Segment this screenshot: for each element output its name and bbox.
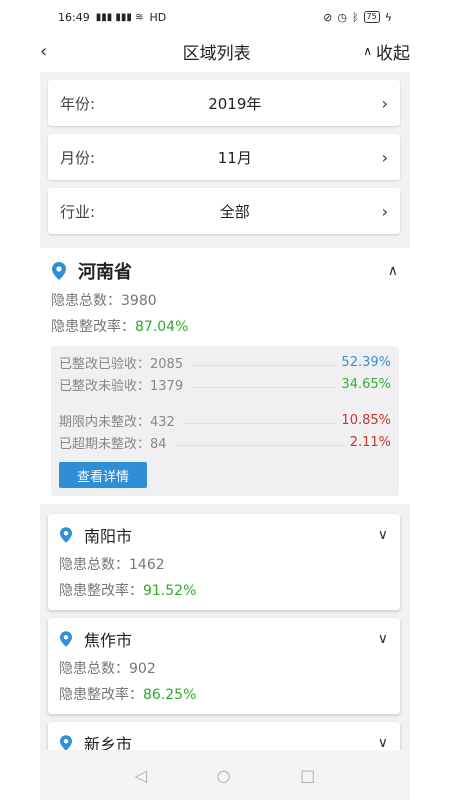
total-label: 隐患总数：	[59, 557, 129, 573]
province-header[interactable]: 河南省 ∧	[52, 258, 398, 284]
rate-value: 87.04%	[135, 319, 189, 335]
detail-label: 已整改已验收：2085	[59, 356, 184, 372]
chevron-right-icon: ›	[381, 147, 388, 167]
province-name: 河南省	[78, 262, 132, 283]
province-rate: 隐患整改率：87.04%	[51, 316, 188, 336]
location-pin-icon	[60, 735, 72, 750]
rate-label: 隐患整改率：	[59, 583, 143, 599]
location-pin-icon	[60, 527, 72, 543]
back-arrow-icon[interactable]: ‹	[40, 41, 70, 62]
page-title: 区域列表	[182, 43, 251, 64]
filter-month[interactable]: 月份: 11月 ›	[48, 134, 400, 180]
city-name: 焦作市	[84, 631, 133, 650]
city-total: 隐患总数：1462	[59, 554, 165, 574]
rate-label: 隐患整改率：	[51, 319, 135, 335]
total-label: 隐患总数：	[51, 293, 121, 309]
battery-icon: 75	[363, 11, 380, 23]
signal-icon: ▮▮▮ ▮▮▮ ≋	[95, 11, 144, 23]
nav-bar: ‹ 区域列表 ∧ 收起	[40, 34, 410, 68]
total-value: 1462	[129, 557, 165, 573]
detail-row: 已超期未整改：84 2.11%	[59, 432, 391, 452]
city-header[interactable]: 新乡市 ∨	[60, 732, 388, 750]
chevron-down-icon[interactable]: ∨	[378, 527, 388, 543]
mute-icon: ⊘	[323, 10, 333, 24]
back-triangle-icon[interactable]: ◁	[135, 766, 147, 785]
filter-year[interactable]: 年份: 2019年 ›	[48, 80, 400, 126]
rate-value: 86.25%	[143, 687, 197, 703]
city-card[interactable]: 焦作市 ∨ 隐患总数：902 隐患整改率：86.25%	[48, 618, 400, 714]
filter-value: 11月	[217, 148, 252, 167]
dotted-leader	[193, 358, 336, 366]
city-rate: 隐患整改率：91.52%	[59, 580, 196, 600]
detail-pct: 10.85%	[341, 412, 391, 428]
chevron-right-icon: ›	[381, 93, 388, 113]
city-header[interactable]: 南阳市 ∨	[60, 524, 388, 546]
view-details-button[interactable]: 查看详情	[59, 462, 147, 488]
province-detail-box: 已整改已验收：2085 52.39% 已整改未验收：1379 34.65% 期限…	[51, 346, 399, 496]
bluetooth-icon: ᛒ	[351, 10, 359, 24]
city-total: 隐患总数：902	[59, 658, 156, 678]
detail-label: 已超期未整改：84	[59, 436, 167, 452]
recents-square-icon[interactable]: □	[300, 766, 315, 785]
total-value: 3980	[121, 293, 157, 309]
rate-label: 隐患整改率：	[59, 687, 143, 703]
detail-row: 已整改未验收：1379 34.65%	[59, 374, 391, 394]
charging-icon: ϟ	[384, 10, 392, 24]
chevron-up-icon[interactable]: ∧	[388, 263, 398, 279]
city-rate: 隐患整改率：86.25%	[59, 684, 196, 704]
home-circle-icon[interactable]: ○	[217, 766, 231, 785]
city-header[interactable]: 焦作市 ∨	[60, 628, 388, 650]
chevron-down-icon[interactable]: ∨	[378, 735, 388, 750]
province-card: 河南省 ∧ 隐患总数：3980 隐患整改率：87.04% 已整改已验收：2085…	[40, 248, 410, 504]
network-label: HD	[149, 10, 167, 24]
system-nav-bar: ◁ ○ □	[40, 750, 410, 800]
detail-label: 期限内未整改：432	[59, 414, 175, 430]
location-pin-icon	[52, 262, 66, 280]
alarm-icon: ◷	[337, 10, 347, 24]
location-pin-icon	[60, 631, 72, 647]
filter-label: 行业:	[60, 202, 96, 221]
chevron-down-icon[interactable]: ∨	[378, 631, 388, 647]
rate-value: 91.52%	[143, 583, 197, 599]
detail-pct: 2.11%	[349, 434, 391, 450]
main-content[interactable]: 年份: 2019年 › 月份: 11月 › 行业: 全部 › 河南省 ∧ 隐患总…	[40, 72, 410, 750]
collapse-button[interactable]: ∧ 收起	[363, 39, 410, 64]
total-value: 902	[129, 661, 156, 677]
dotted-leader	[184, 416, 336, 424]
filter-label: 月份:	[60, 148, 96, 167]
status-left: 16:49 ▮▮▮ ▮▮▮ ≋ HD	[58, 11, 166, 24]
detail-label: 已整改未验收：1379	[59, 378, 184, 394]
city-name: 新乡市	[84, 735, 133, 750]
status-bar: 16:49 ▮▮▮ ▮▮▮ ≋ HD ⊘ ◷ ᛒ 75 ϟ	[0, 0, 450, 34]
filter-value: 2019年	[208, 94, 262, 113]
dotted-leader	[176, 438, 344, 446]
total-label: 隐患总数：	[59, 661, 129, 677]
city-name: 南阳市	[84, 527, 133, 546]
province-total: 隐患总数：3980	[51, 290, 157, 310]
chevron-up-icon: ∧	[363, 44, 372, 58]
city-card[interactable]: 新乡市 ∨	[48, 722, 400, 750]
status-right: ⊘ ◷ ᛒ 75 ϟ	[323, 11, 392, 24]
detail-pct: 34.65%	[341, 376, 391, 392]
filter-label: 年份:	[60, 94, 96, 113]
detail-row: 期限内未整改：432 10.85%	[59, 410, 391, 430]
city-card[interactable]: 南阳市 ∨ 隐患总数：1462 隐患整改率：91.52%	[48, 514, 400, 610]
status-time: 16:49	[58, 10, 90, 24]
collapse-label: 收起	[376, 43, 410, 64]
chevron-right-icon: ›	[381, 201, 388, 221]
filter-value: 全部	[219, 202, 250, 221]
detail-row: 已整改已验收：2085 52.39%	[59, 352, 391, 372]
filter-industry[interactable]: 行业: 全部 ›	[48, 188, 400, 234]
detail-pct: 52.39%	[341, 354, 391, 370]
dotted-leader	[193, 380, 336, 388]
